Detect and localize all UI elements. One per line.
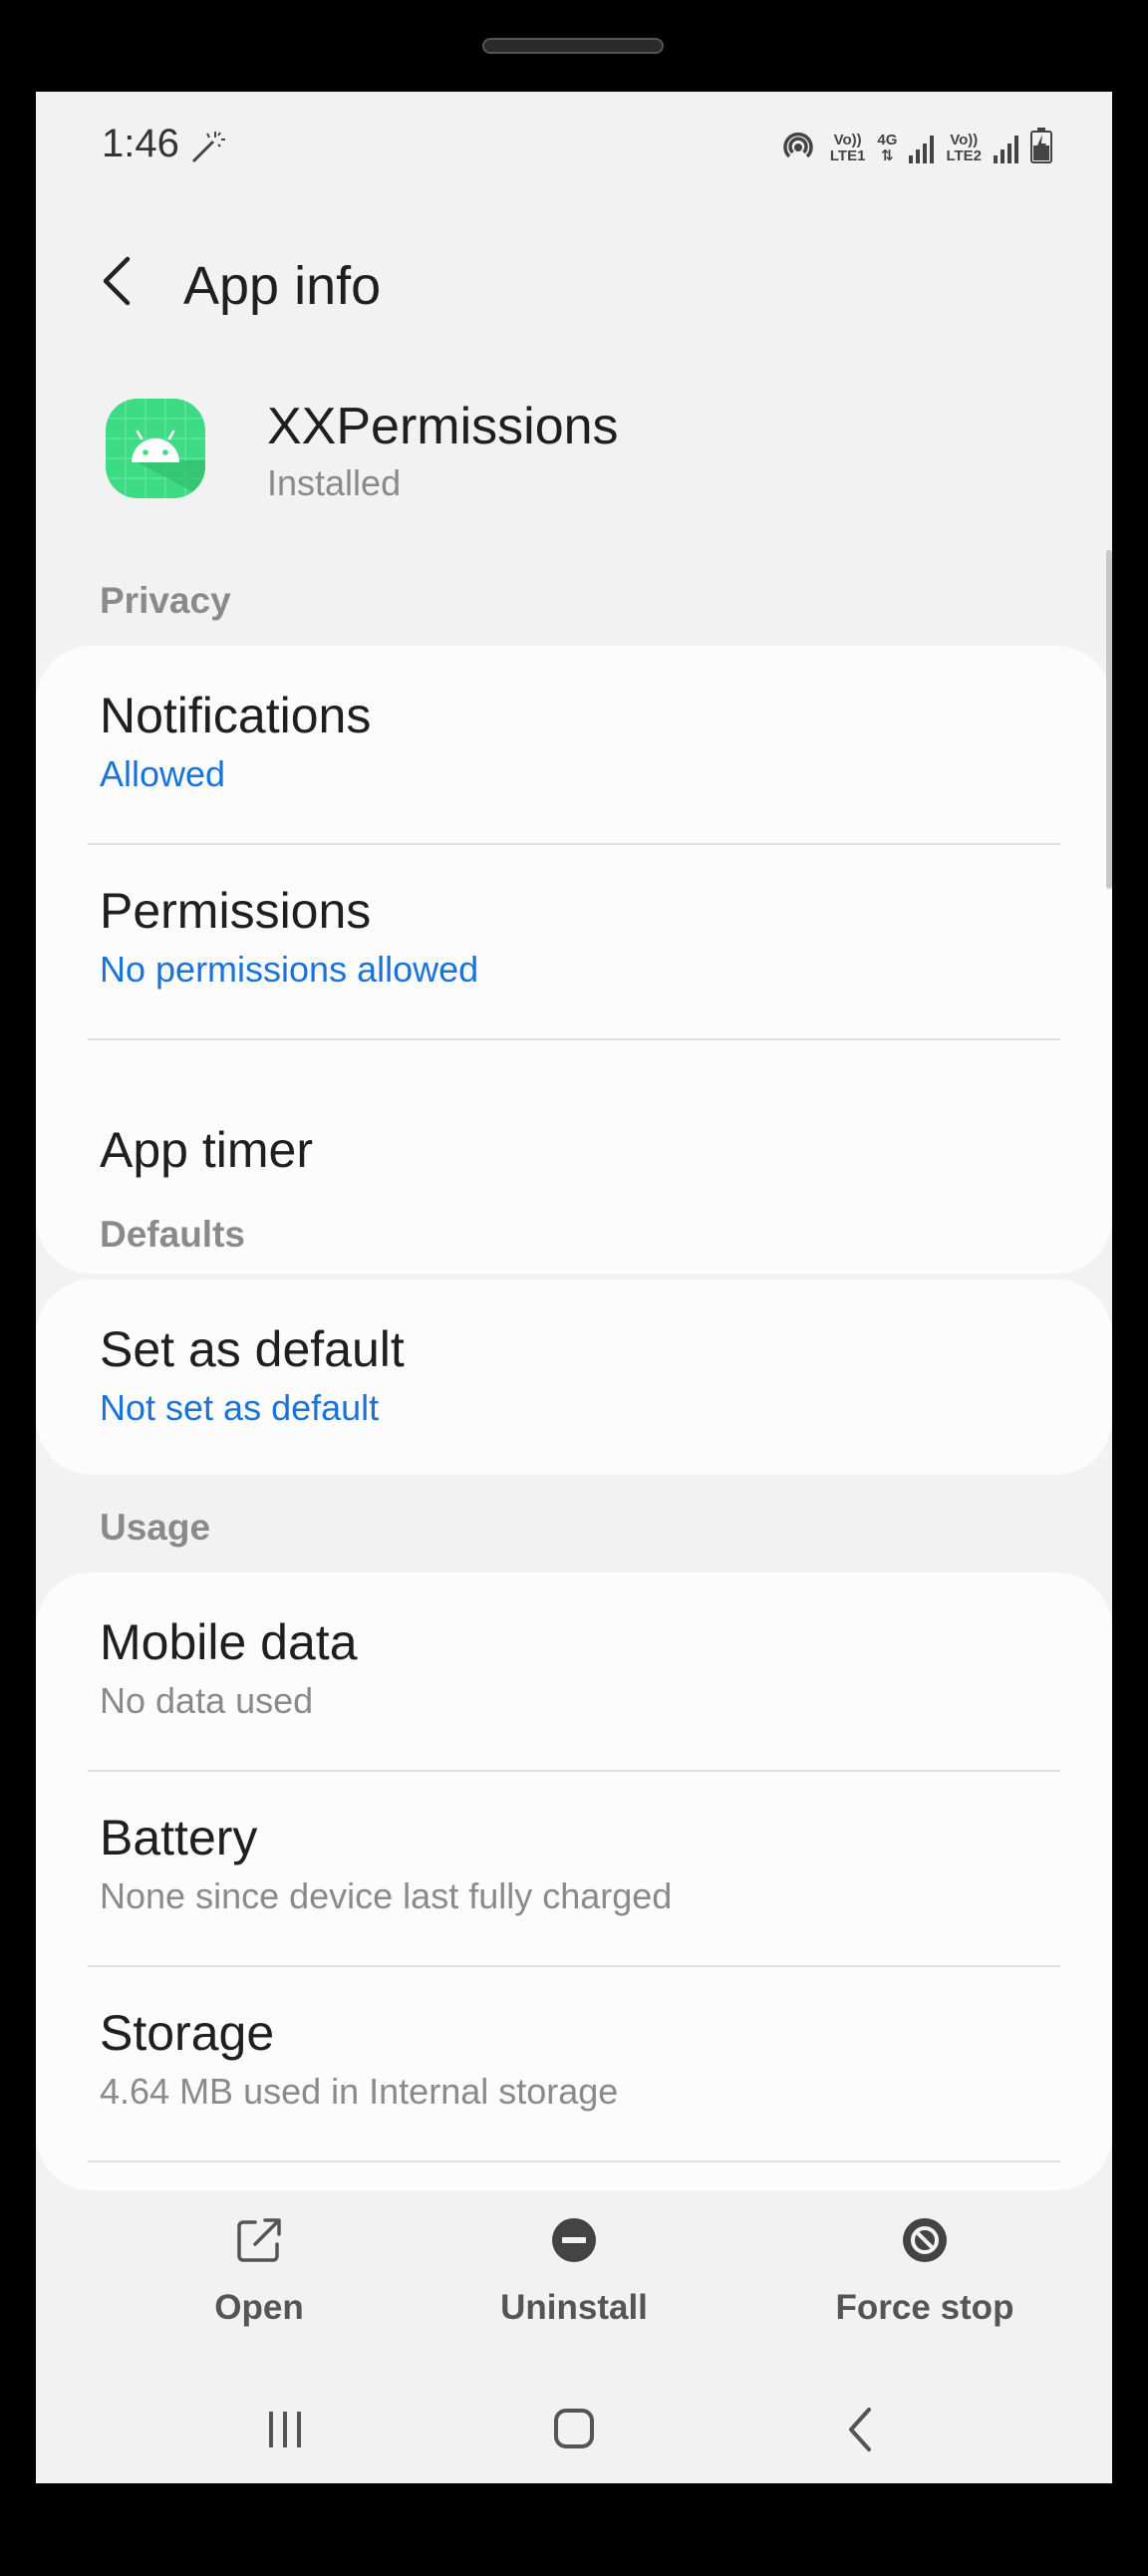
list-item-subtitle: No permissions allowed	[100, 949, 479, 990]
open-button[interactable]: Open	[110, 2214, 409, 2328]
list-item-storage[interactable]: Storage 4.64 MB used in Internal storage	[100, 2003, 1056, 2115]
sim1-volte-label: Vo))	[833, 131, 862, 148]
divider	[88, 1038, 1060, 1040]
section-label-defaults: Defaults	[100, 1214, 245, 1255]
uninstall-button[interactable]: Uninstall	[425, 2214, 723, 2328]
list-item-title: Set as default	[100, 1321, 405, 1377]
list-item-subtitle: No data used	[100, 1680, 314, 1721]
sim2-volte-indicator: Vo)) LTE2	[946, 131, 982, 164]
force-stop-button[interactable]: Force stop	[775, 2214, 1074, 2328]
bottom-action-bar: Open Uninstall Force stop	[36, 2214, 1112, 2374]
home-icon	[554, 2409, 594, 2448]
open-label: Open	[214, 2288, 304, 2327]
divider	[88, 1770, 1060, 1772]
home-button[interactable]	[544, 2402, 604, 2457]
android-app-icon	[106, 399, 205, 498]
status-time: 1:46	[102, 122, 179, 165]
signal-strength-2-icon	[994, 134, 1018, 163]
signal-strength-icon	[909, 134, 935, 163]
sim1-volte-indicator: Vo)) LTE1	[829, 131, 866, 164]
usage-card: Mobile data No data used Battery None si…	[36, 1573, 1112, 2190]
open-external-icon	[237, 2218, 281, 2262]
sim1-lte-label: LTE1	[829, 146, 866, 164]
privacy-card: Notifications Allowed Permissions No per…	[36, 646, 1112, 1274]
system-back-button[interactable]	[833, 2402, 893, 2457]
list-item-title: Permissions	[100, 883, 372, 939]
list-item-notifications[interactable]: Notifications Allowed	[100, 686, 1056, 797]
status-icons: Vo)) LTE1 4G ⇅ Vo)) LTE2	[778, 126, 1052, 170]
list-item-title: Mobile data	[100, 1614, 358, 1670]
list-item-subtitle: Allowed	[100, 753, 226, 794]
network-type-label: 4G	[877, 131, 898, 148]
back-button[interactable]	[92, 241, 151, 321]
hotspot-icon	[778, 126, 818, 170]
list-item-title: App timer	[100, 1122, 313, 1178]
earpiece-speaker	[482, 38, 664, 54]
magic-wand-icon	[187, 128, 227, 176]
list-item-subtitle: 4.64 MB used in Internal storage	[100, 2071, 619, 2112]
status-bar: 1:46 Vo)) LTE1 4G ⇅ Vo)) LTE2	[36, 92, 1112, 211]
top-app-bar: App info	[36, 211, 1112, 351]
recent-apps-icon	[269, 2412, 301, 2447]
app-info-screen: 1:46 Vo)) LTE1 4G ⇅ Vo)) LTE2 App info X…	[36, 92, 1112, 2483]
list-item-battery[interactable]: Battery None since device last fully cha…	[100, 1808, 1056, 1919]
uninstall-label: Uninstall	[500, 2288, 648, 2327]
sim2-volte-label: Vo))	[950, 131, 979, 148]
defaults-card: Set as default Not set as default	[36, 1280, 1112, 1475]
section-label-privacy: Privacy	[100, 580, 231, 621]
list-item-mobile-data[interactable]: Mobile data No data used	[100, 1612, 1056, 1724]
app-name: XXPermissions	[267, 398, 619, 455]
page-title: App info	[183, 256, 382, 316]
list-item-app-timer[interactable]: App timer	[100, 1120, 1056, 1180]
list-item-set-as-default[interactable]: Set as default Not set as default	[100, 1319, 1056, 1431]
force-stop-label: Force stop	[835, 2288, 1014, 2327]
network-type-indicator: 4G ⇅	[877, 131, 898, 164]
minus-circle-icon	[552, 2218, 596, 2262]
section-label-usage: Usage	[100, 1507, 211, 1548]
divider	[88, 843, 1060, 845]
list-item-permissions[interactable]: Permissions No permissions allowed	[100, 881, 1056, 993]
list-item-title: Notifications	[100, 688, 372, 743]
divider	[88, 1965, 1060, 1967]
stop-octagon-icon	[903, 2218, 947, 2262]
phone-frame: 1:46 Vo)) LTE1 4G ⇅ Vo)) LTE2 App info X…	[0, 0, 1148, 2576]
divider	[88, 2160, 1060, 2162]
app-install-status: Installed	[267, 462, 402, 503]
data-arrows-icon: ⇅	[881, 146, 894, 164]
battery-charging-icon	[1030, 128, 1052, 168]
scrollbar[interactable]	[1106, 550, 1112, 889]
back-arrow-icon	[849, 2408, 871, 2451]
list-item-title: Storage	[100, 2005, 275, 2061]
list-item-subtitle: Not set as default	[100, 1387, 380, 1428]
system-navigation-bar	[36, 2374, 1112, 2483]
chevron-left-icon	[103, 256, 131, 306]
list-item-title: Battery	[100, 1810, 258, 1865]
list-item-subtitle: None since device last fully charged	[100, 1875, 673, 1916]
sim2-lte-label: LTE2	[946, 146, 982, 164]
recent-apps-button[interactable]	[255, 2402, 315, 2457]
